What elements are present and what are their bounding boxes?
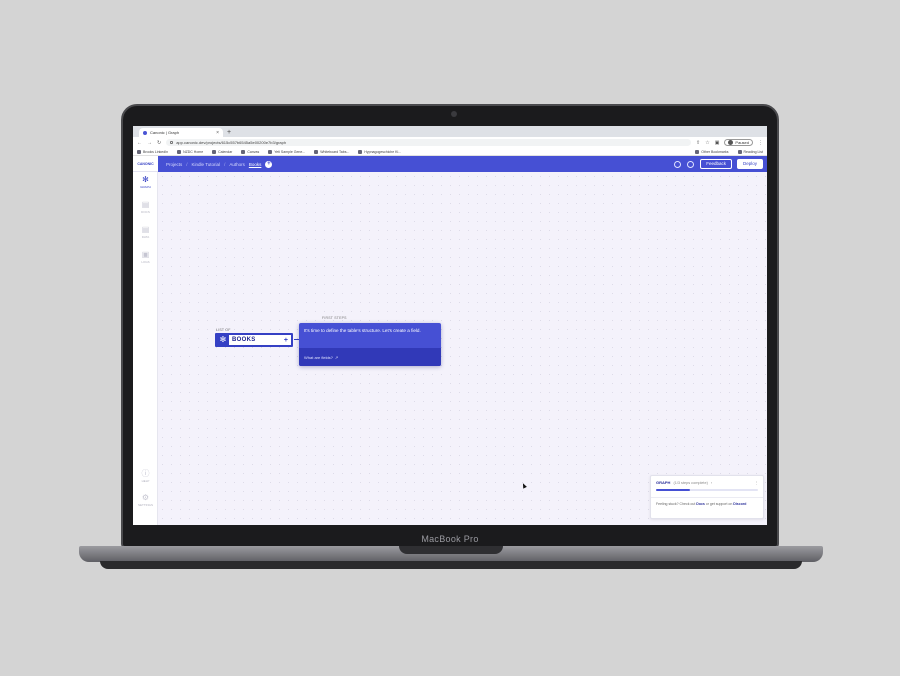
progress-title: GRAPH	[656, 480, 671, 485]
profile-button[interactable]: Paused	[724, 139, 753, 146]
sidebar-item-settings[interactable]: ⚙ SETTINGS	[133, 493, 158, 508]
progress-fill	[656, 489, 690, 491]
node-caption: LIST OF	[216, 328, 231, 332]
logs-icon: ▣	[141, 250, 150, 259]
preview-eye-icon[interactable]	[687, 160, 695, 168]
share-icon[interactable]: ⇧	[696, 140, 700, 146]
table-node-books[interactable]: ✻ BOOKS +	[215, 333, 293, 347]
reading-list-icon	[737, 149, 742, 154]
browser-tab[interactable]: Canonic | Graph ×	[139, 128, 223, 137]
progress-header[interactable]: GRAPH (1/3 steps complete) › ⋮	[651, 476, 763, 498]
progress-card: GRAPH (1/3 steps complete) › ⋮ Feeling s…	[650, 475, 764, 519]
bookmark-icon	[358, 149, 363, 154]
discord-link[interactable]: Discord	[733, 502, 746, 506]
tooltip-caption: FIRST STEPS	[322, 316, 347, 320]
avatar	[728, 140, 734, 145]
breadcrumb-separator: /	[186, 161, 188, 167]
star-icon[interactable]: ☆	[705, 140, 709, 146]
graph-canvas[interactable]: LIST OF ✻ BOOKS + FIRST STEPS It's time …	[158, 172, 767, 525]
onboarding-tooltip: It's time to define the table's structur…	[299, 323, 441, 366]
progress-status: (1/3 steps complete)	[673, 480, 708, 485]
forward-icon[interactable]: →	[147, 140, 152, 146]
new-tab-button[interactable]: +	[227, 128, 231, 137]
settings-gear-icon[interactable]	[674, 160, 682, 168]
lock-icon	[170, 141, 174, 144]
breadcrumb: Projects / Kindle Tutorial / Authors Boo…	[166, 160, 273, 168]
progress-bar	[656, 489, 758, 491]
bookmark-icon	[241, 149, 246, 154]
add-field-icon[interactable]: +	[284, 337, 288, 344]
sidebar-item-data[interactable]: ▤ DATA	[133, 225, 158, 240]
data-icon: ▤	[141, 225, 150, 234]
laptop-feet	[100, 561, 802, 569]
bookmark-icon	[268, 149, 273, 154]
bookmark-icon	[314, 149, 319, 154]
breadcrumb-projects[interactable]: Projects	[166, 162, 182, 167]
bookmark-icon	[137, 149, 141, 154]
back-icon[interactable]: ←	[137, 140, 142, 146]
browser-tabstrip: Canonic | Graph × +	[133, 126, 767, 137]
chevron-right-icon[interactable]: ›	[711, 481, 712, 485]
external-link-icon: ↗	[334, 354, 339, 360]
app-header: CANONIC Projects / Kindle Tutorial / Aut…	[133, 156, 767, 172]
tab-favicon-icon	[143, 130, 147, 135]
breadcrumb-separator: /	[224, 161, 226, 167]
bookmark-icon	[212, 149, 217, 154]
collapse-icon[interactable]: ⋮	[754, 480, 758, 485]
help-icon: ⓘ	[141, 469, 150, 478]
sidebar-item-logs[interactable]: ▣ LOGS	[133, 250, 158, 265]
app-body: ✻ GRAPH ▤ DOCS ▤ DATA ▣ LOGS ⓘ HELP ⚙ SE…	[133, 172, 767, 525]
sidebar-item-docs[interactable]: ▤ DOCS	[133, 200, 158, 215]
tooltip-footer[interactable]: What are fields? ↗	[299, 348, 441, 366]
bookmark-item[interactable]: NZDC Home	[177, 149, 203, 154]
sidebar: ✻ GRAPH ▤ DOCS ▤ DATA ▣ LOGS ⓘ HELP ⚙ SE…	[133, 172, 158, 525]
laptop-brand: MacBook Pro	[421, 534, 479, 544]
feedback-button[interactable]: Feedback	[700, 159, 732, 169]
laptop-notch	[399, 546, 503, 554]
reload-icon[interactable]: ↻	[157, 140, 161, 146]
bookmark-item[interactable]: Brooks LinkedIn	[137, 149, 168, 154]
menu-icon[interactable]: ⋮	[758, 140, 763, 146]
profile-label: Paused	[735, 140, 749, 145]
fields-help-link[interactable]: What are fields?	[304, 355, 333, 360]
tab-close-icon[interactable]: ×	[216, 130, 219, 136]
settings-icon: ⚙	[141, 493, 150, 502]
tab-title: Canonic | Graph	[150, 130, 180, 135]
camera	[451, 111, 457, 117]
progress-help: Feeling stuck? Check out Docs or get sup…	[656, 502, 747, 506]
other-bookmarks[interactable]: Other Bookmarks	[695, 149, 729, 154]
extensions-icon[interactable]: ▣	[715, 140, 720, 146]
bookmark-item[interactable]: Calendar	[212, 149, 232, 154]
bookmarks-bar: Brooks LinkedIn NZDC Home Calendar Canva…	[133, 148, 767, 156]
bookmark-icon	[177, 149, 182, 154]
address-bar[interactable]: app.canonic.dev/projects/615c557b6545a5e…	[166, 139, 691, 146]
node-name: BOOKS	[232, 337, 256, 343]
deploy-button[interactable]: Deploy	[736, 159, 763, 169]
url-text: app.canonic.dev/projects/615c557b6545a5e…	[176, 140, 287, 145]
breadcrumb-books[interactable]: Books	[249, 162, 262, 167]
laptop-lid: Canonic | Graph × + ← → ↻ app.canonic.de…	[121, 104, 779, 548]
laptop-screen: Canonic | Graph × + ← → ↻ app.canonic.de…	[133, 126, 767, 525]
bookmark-item[interactable]: Canvas	[241, 149, 259, 154]
sidebar-item-graph[interactable]: ✻ GRAPH	[133, 175, 158, 190]
folder-icon	[695, 149, 700, 154]
add-table-icon[interactable]: +	[265, 160, 273, 168]
browser-toolbar: ← → ↻ app.canonic.dev/projects/615c557b6…	[133, 137, 767, 148]
sidebar-item-help[interactable]: ⓘ HELP	[133, 469, 158, 484]
app-logo[interactable]: CANONIC	[133, 156, 158, 172]
tooltip-message: It's time to define the table's structur…	[304, 328, 421, 333]
reading-list[interactable]: Reading List	[737, 149, 763, 154]
bookmark-item[interactable]: Whiteboard Tabs...	[314, 149, 349, 154]
breadcrumb-project[interactable]: Kindle Tutorial	[192, 162, 221, 167]
docs-icon: ▤	[141, 200, 150, 209]
table-icon: ✻	[217, 334, 229, 346]
docs-link[interactable]: Docs	[696, 502, 705, 506]
graph-icon: ✻	[142, 175, 149, 184]
breadcrumb-authors[interactable]: Authors	[229, 162, 245, 167]
bookmark-item[interactable]: Hypnagogeschiche Ki...	[358, 149, 401, 154]
bookmark-item[interactable]: Yeti Sample Gene...	[268, 149, 305, 154]
mouse-cursor	[521, 482, 527, 489]
